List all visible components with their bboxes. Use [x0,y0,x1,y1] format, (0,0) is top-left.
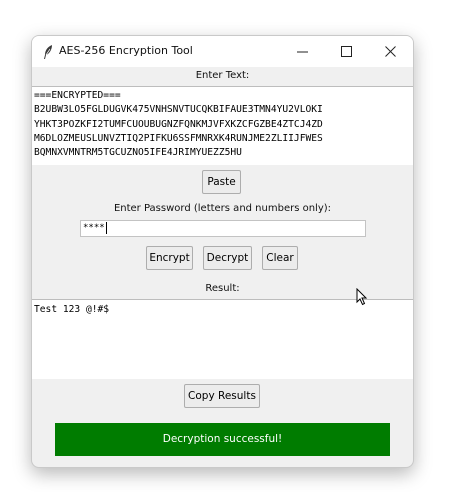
input-text-area[interactable]: ===ENCRYPTED=== B2UBW3LO5FGLDUGVK475VNHS… [32,86,413,165]
result-text-area[interactable]: Test 123 @!#$ [32,299,413,379]
mouse-pointer-icon [356,287,368,310]
status-banner: Decryption successful! [55,423,390,456]
minimize-icon [297,51,308,53]
clear-button[interactable]: Clear [262,246,298,270]
decrypt-button[interactable]: Decrypt [203,246,252,270]
window-title: AES-256 Encryption Tool [59,44,193,57]
close-icon [385,46,396,57]
text-caret [105,221,107,234]
input-label: Enter Text: [195,70,250,81]
paste-button[interactable]: Paste [202,170,241,194]
password-label: Enter Password (letters and numbers only… [113,203,332,214]
title-bar: AES-256 Encryption Tool [32,36,413,67]
password-input[interactable]: **** [80,220,366,237]
encrypt-button[interactable]: Encrypt [146,246,193,270]
password-value: **** [83,223,105,233]
maximize-button[interactable] [325,36,369,67]
maximize-icon [341,46,352,57]
app-window: AES-256 Encryption Tool Enter Text: ===E… [31,35,414,468]
copy-results-button[interactable]: Copy Results [184,384,260,408]
feather-icon [41,44,55,60]
close-button[interactable] [369,36,413,67]
minimize-button[interactable] [281,36,325,67]
